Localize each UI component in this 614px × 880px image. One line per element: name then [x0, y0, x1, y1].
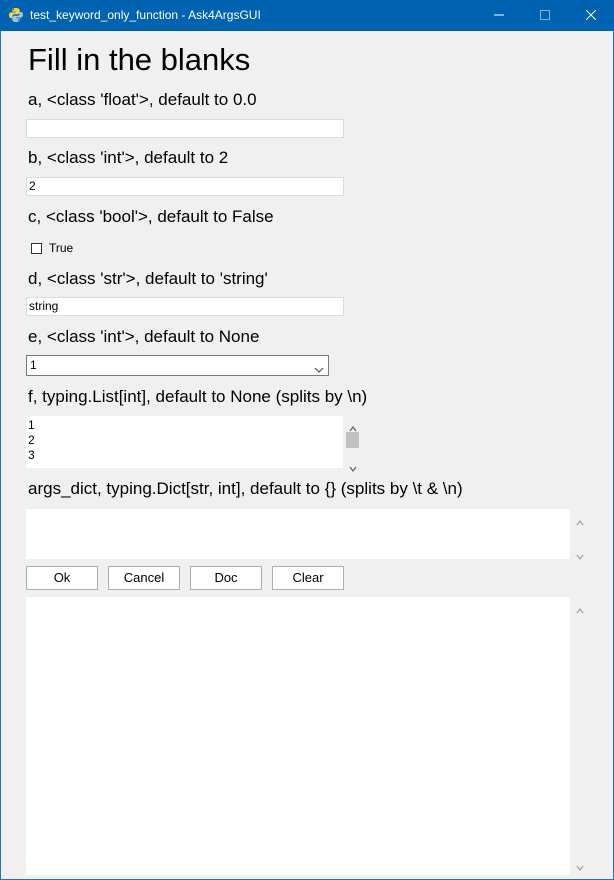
page-title: Fill in the blanks: [28, 42, 251, 77]
field-a-input[interactable]: [26, 119, 344, 138]
output-textarea[interactable]: [26, 597, 570, 875]
output-scrollbar[interactable]: [571, 597, 588, 875]
field-c-label: c, <class 'bool'>, default to False: [28, 207, 274, 226]
close-button[interactable]: [568, 0, 614, 31]
field-b-label: b, <class 'int'>, default to 2: [28, 148, 229, 167]
field-f-scrollbar[interactable]: [344, 416, 361, 472]
checkbox-box[interactable]: [31, 242, 42, 254]
field-d-input[interactable]: string: [26, 297, 344, 316]
field-e-selected-value: 1: [30, 358, 37, 372]
scroll-down-icon[interactable]: [576, 547, 584, 565]
field-b-input[interactable]: 2: [26, 177, 344, 196]
scroll-up-icon[interactable]: [576, 601, 584, 619]
field-c-checkbox[interactable]: True: [31, 241, 73, 255]
ok-button[interactable]: Ok: [26, 566, 98, 590]
clear-button[interactable]: Clear: [272, 566, 344, 590]
args-dict-textarea[interactable]: [26, 509, 570, 559]
scroll-down-icon[interactable]: [349, 459, 357, 477]
field-d-label: d, <class 'str'>, default to 'string': [28, 269, 268, 288]
field-f-label: f, typing.List[int], default to None (sp…: [28, 387, 368, 406]
minimize-button[interactable]: [476, 0, 522, 31]
title-bar[interactable]: test_keyword_only_function - Ask4ArgsGUI: [0, 0, 614, 31]
scroll-up-icon[interactable]: [576, 513, 584, 531]
window-title: test_keyword_only_function - Ask4ArgsGUI: [30, 8, 261, 22]
chevron-down-icon[interactable]: [314, 361, 324, 379]
field-e-dropdown[interactable]: 1: [26, 355, 329, 376]
maximize-icon: [540, 7, 550, 25]
list-item[interactable]: 1: [26, 419, 343, 431]
field-f-listbox[interactable]: 1 2 3: [26, 416, 343, 468]
minimize-icon: [494, 7, 504, 25]
field-c-checkbox-label: True: [49, 241, 74, 255]
python-icon: [8, 7, 24, 23]
cancel-button[interactable]: Cancel: [108, 566, 180, 590]
close-icon: [585, 7, 597, 25]
field-a-label: a, <class 'float'>, default to 0.0: [28, 90, 257, 109]
list-item[interactable]: 3: [26, 449, 343, 461]
maximize-button[interactable]: [522, 0, 568, 31]
args-dict-label: args_dict, typing.Dict[str, int], defaul…: [28, 479, 463, 498]
scrollbar-thumb[interactable]: [346, 432, 359, 448]
list-item[interactable]: 2: [26, 434, 343, 446]
scroll-down-icon[interactable]: [576, 858, 584, 876]
field-e-label: e, <class 'int'>, default to None: [28, 327, 260, 346]
args-dict-scrollbar[interactable]: [571, 509, 588, 560]
doc-button[interactable]: Doc: [190, 566, 262, 590]
